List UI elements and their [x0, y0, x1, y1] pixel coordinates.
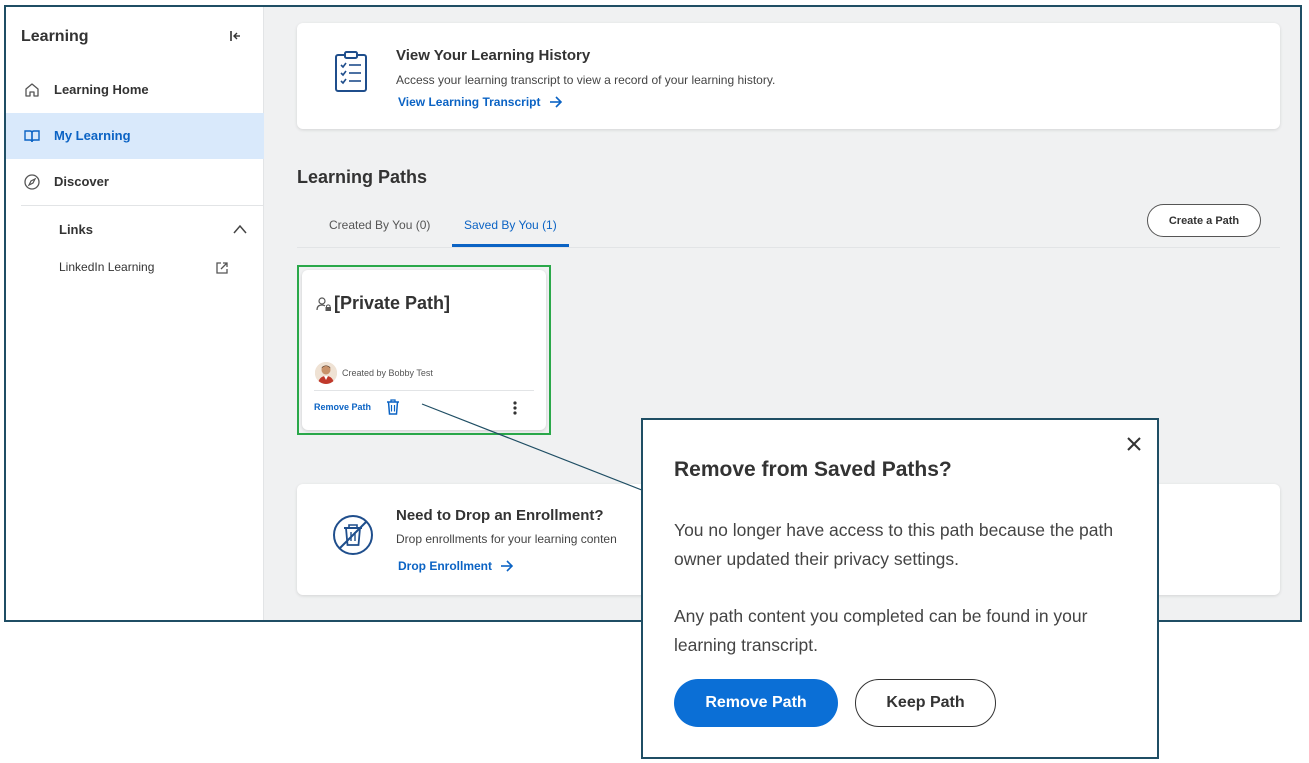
sidebar-divider: [21, 205, 264, 206]
sidebar-item-label: My Learning: [54, 128, 131, 143]
history-description: Access your learning transcript to view …: [396, 73, 776, 87]
learning-history-card: View Your Learning History Access your l…: [297, 23, 1280, 129]
drop-enrollment-label: Drop Enrollment: [398, 559, 493, 573]
arrow-right-icon: [549, 96, 562, 108]
active-tab-indicator: [452, 244, 569, 247]
keep-path-button[interactable]: Keep Path: [855, 679, 996, 727]
arrow-right-icon: [501, 560, 514, 572]
avatar: [315, 362, 337, 384]
created-by-text: Created by Bobby Test: [342, 368, 433, 378]
drop-enrollment-link[interactable]: Drop Enrollment: [398, 559, 514, 573]
remove-path-button[interactable]: Remove Path: [674, 679, 838, 727]
path-card[interactable]: [Private Path] Created by Bobby Test Rem…: [302, 270, 546, 430]
view-transcript-label: View Learning Transcript: [398, 95, 541, 109]
drop-enrollment-icon: [333, 515, 373, 555]
collapse-sidebar-icon[interactable]: [228, 28, 242, 44]
tab-saved-by-you[interactable]: Saved By You (1): [464, 218, 557, 232]
dialog-title: Remove from Saved Paths?: [674, 458, 952, 481]
sidebar-title: Learning: [21, 28, 89, 45]
dialog-note: Any path content you completed can be fo…: [674, 606, 1088, 655]
remove-path-link[interactable]: Remove Path: [314, 402, 371, 412]
close-icon[interactable]: [1125, 435, 1143, 453]
sidebar: Learning Learning Home My Learning Disco…: [6, 7, 264, 620]
sidebar-item-label: Discover: [54, 174, 109, 189]
history-title: View Your Learning History: [396, 47, 591, 64]
create-path-button[interactable]: Create a Path: [1147, 204, 1261, 237]
home-icon: [25, 83, 39, 97]
links-heading: Links: [59, 222, 93, 237]
remove-path-dialog: Remove from Saved Paths? You no longer h…: [641, 418, 1159, 759]
more-options-icon[interactable]: [508, 398, 522, 418]
drop-title: Need to Drop an Enrollment?: [396, 507, 604, 524]
sidebar-item-discover[interactable]: Discover: [6, 159, 264, 205]
trash-icon[interactable]: [385, 398, 401, 416]
learning-paths-title: Learning Paths: [297, 167, 428, 187]
card-divider: [314, 390, 534, 391]
view-transcript-link[interactable]: View Learning Transcript: [398, 95, 563, 109]
link-linkedin-learning[interactable]: LinkedIn Learning: [59, 260, 154, 274]
private-user-lock-icon: [316, 297, 331, 311]
path-title: [Private Path]: [334, 293, 451, 313]
sidebar-item-label: Learning Home: [54, 82, 149, 97]
sidebar-item-learning-home[interactable]: Learning Home: [6, 67, 264, 113]
book-icon: [24, 130, 40, 143]
tab-created-by-you[interactable]: Created By You (0): [329, 218, 430, 232]
external-link-icon[interactable]: [215, 261, 229, 275]
dialog-message: You no longer have access to this path b…: [674, 520, 1114, 569]
drop-description: Drop enrollments for your learning conte…: [396, 532, 617, 546]
compass-icon: [24, 174, 40, 190]
sidebar-item-my-learning[interactable]: My Learning: [6, 113, 264, 159]
learning-paths-tabs: Created By You (0) Saved By You (1): [297, 209, 1280, 248]
checklist-icon: [335, 51, 367, 92]
chevron-up-icon[interactable]: [232, 223, 248, 235]
